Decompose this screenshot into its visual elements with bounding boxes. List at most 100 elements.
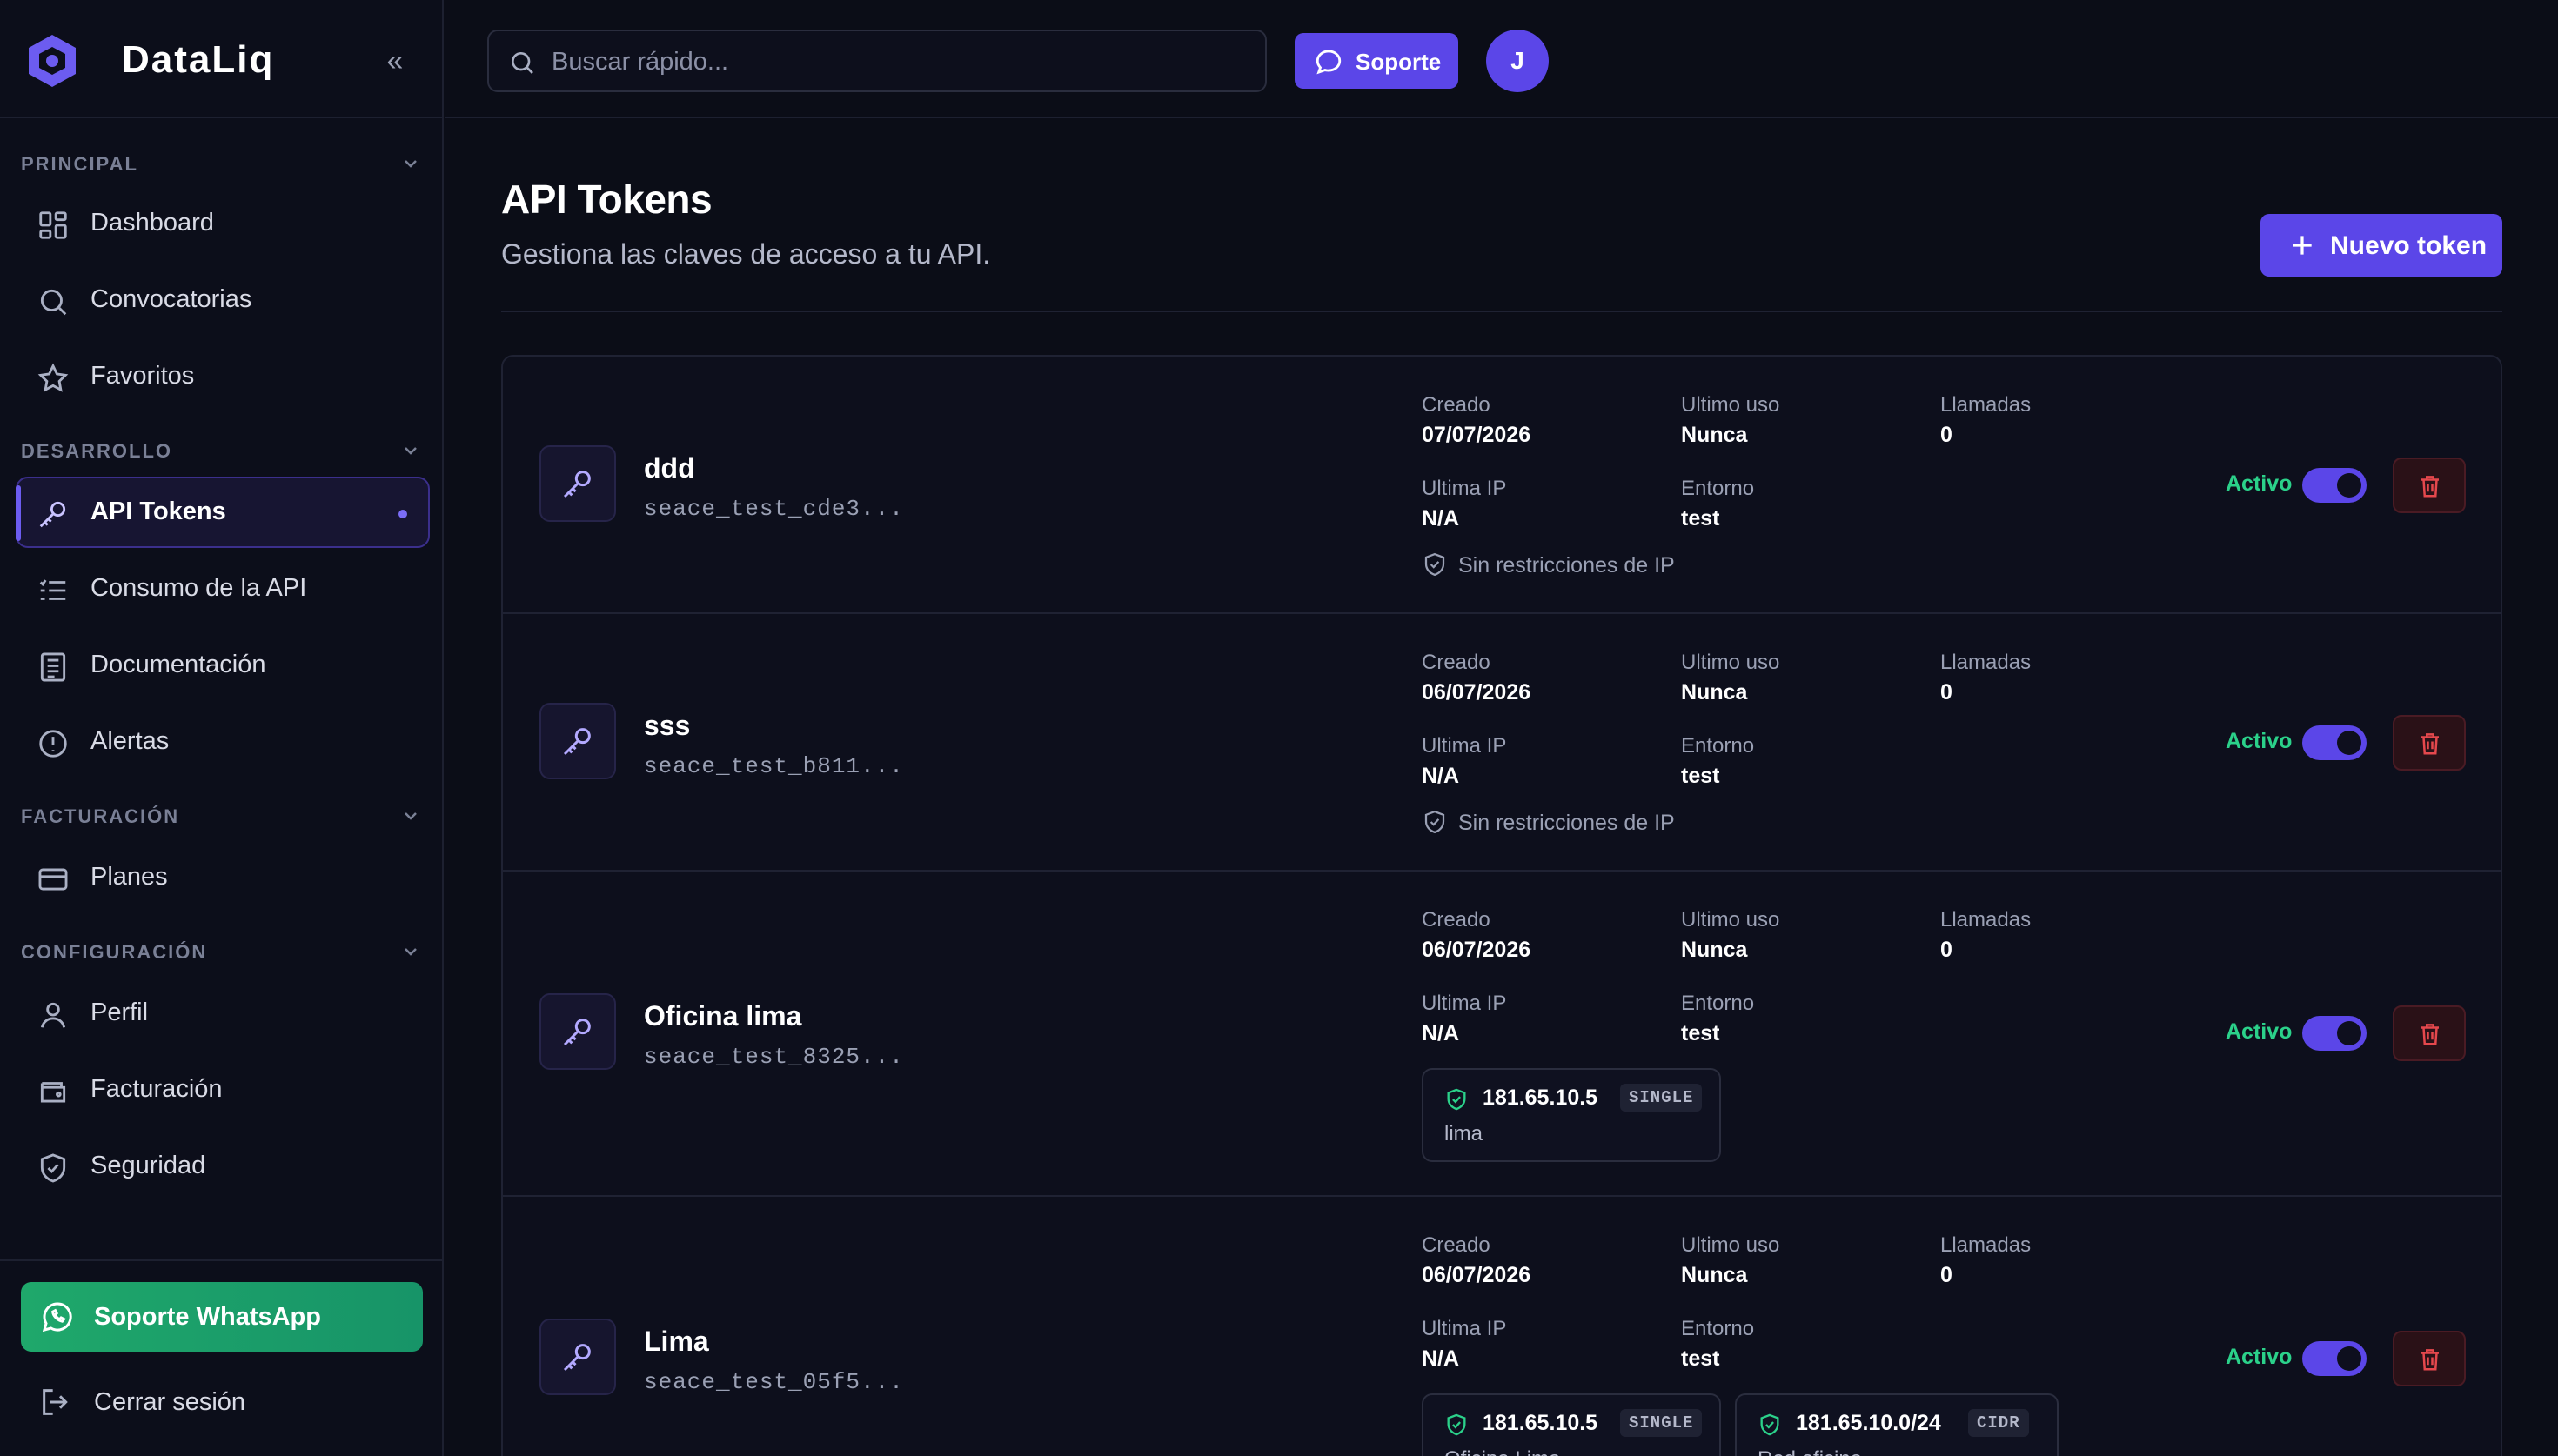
key-icon	[563, 728, 591, 756]
grid-icon	[39, 211, 67, 239]
sidebar-item-alertas[interactable]: Alertas	[16, 706, 430, 778]
token-key-preview: seace_test_cde3...	[644, 496, 904, 522]
list-icon	[39, 579, 66, 600]
last-use-value: Nunca	[1681, 938, 1748, 962]
status-label: Activo	[2226, 1345, 2293, 1369]
status-label: Activo	[2226, 729, 2293, 753]
environment-value: test	[1681, 1021, 1720, 1045]
shield-icon	[40, 1153, 66, 1183]
token-key-badge	[539, 993, 616, 1070]
calls-value: 0	[1940, 1263, 1952, 1287]
calls-label: Llamadas	[1940, 908, 2032, 932]
sidebar-item-perfil[interactable]: Perfil	[16, 978, 430, 1049]
ip-type-badge: CIDR	[1968, 1409, 2029, 1437]
sidebar-item-label: Alertas	[90, 727, 170, 755]
user-icon	[40, 1002, 66, 1028]
last-ip-value: N/A	[1422, 764, 1460, 788]
search-input[interactable]	[552, 43, 1248, 80]
sidebar-item-dashboard[interactable]: Dashboard	[16, 188, 430, 259]
token-row: Oficina lima seace_test_8325... Creado 0…	[503, 872, 2501, 1197]
created-label: Creado	[1422, 1233, 1490, 1257]
created-label: Creado	[1422, 651, 1490, 674]
token-active-toggle[interactable]	[2302, 725, 2367, 760]
sidebar-item-label: Perfil	[90, 998, 149, 1026]
section-facturacion[interactable]: FACTURACIÓN	[21, 805, 421, 832]
delete-token-button[interactable]	[2393, 1005, 2466, 1061]
token-key-badge	[539, 703, 616, 779]
token-name: ddd	[644, 452, 695, 484]
section-principal[interactable]: PRINCIPAL	[21, 153, 421, 179]
ip-type-badge: SINGLE	[1620, 1084, 1703, 1112]
app-root: DataLiq « PRINCIPAL Dashboard Convocator…	[0, 0, 2558, 1456]
new-token-button[interactable]: Nuevo token	[2260, 214, 2502, 277]
sidebar-item-label: Favoritos	[90, 362, 195, 390]
ip-address: 181.65.10.5	[1483, 1411, 1598, 1435]
ip-allowlist-chip: 181.65.10.0/24 CIDR Red oficina	[1735, 1393, 2059, 1456]
chevron-down-icon	[405, 160, 417, 168]
last-ip-label: Ultima IP	[1422, 992, 1507, 1015]
token-name: Lima	[644, 1326, 709, 1357]
ip-allowlist-chip: 181.65.10.5 SINGLE lima	[1422, 1068, 1721, 1162]
brand: DataLiq «	[0, 0, 444, 118]
section-configuracion[interactable]: CONFIGURACIÓN	[21, 941, 421, 967]
sidebar-item-api-tokens[interactable]: API Tokens	[16, 477, 430, 548]
status-label: Activo	[2226, 1019, 2293, 1044]
sidebar-item-label: Planes	[90, 863, 168, 891]
delete-token-button[interactable]	[2393, 715, 2466, 771]
logout-icon	[43, 1389, 68, 1415]
token-key-preview: seace_test_b811...	[644, 753, 904, 779]
section-desarrollo[interactable]: DESARROLLO	[21, 440, 421, 466]
sidebar-item-label: Seguridad	[90, 1152, 206, 1179]
environment-value: test	[1681, 1346, 1720, 1371]
delete-token-button[interactable]	[2393, 1331, 2466, 1386]
plus-icon	[2293, 236, 2312, 255]
support-button[interactable]: Soporte	[1295, 33, 1458, 89]
chevron-down-icon	[405, 812, 417, 820]
token-key-badge	[539, 445, 616, 522]
shield-icon	[1424, 552, 1445, 577]
key-icon	[39, 501, 66, 528]
token-name: Oficina lima	[644, 1000, 802, 1032]
created-label: Creado	[1422, 908, 1490, 932]
last-use-label: Ultimo uso	[1681, 908, 1780, 932]
sidebar-item-label: API Tokens	[90, 498, 226, 525]
sidebar-item-consumo-api[interactable]: Consumo de la API	[16, 553, 430, 624]
environment-label: Entorno	[1681, 477, 1755, 500]
sidebar-item-convocatorias[interactable]: Convocatorias	[16, 264, 430, 336]
key-icon	[563, 1019, 591, 1046]
last-use-value: Nunca	[1681, 680, 1748, 705]
collapse-sidebar-icon[interactable]: «	[379, 45, 411, 77]
token-name: sss	[644, 710, 691, 741]
shield-check-icon	[1760, 1413, 1779, 1436]
token-active-toggle[interactable]	[2302, 1016, 2367, 1051]
sidebar-item-documentacion[interactable]: Documentación	[16, 630, 430, 701]
sidebar-item-label: Documentación	[90, 651, 266, 678]
last-ip-label: Ultima IP	[1422, 1317, 1507, 1340]
page-subtitle: Gestiona las claves de acceso a tu API.	[501, 238, 991, 270]
created-value: 06/07/2026	[1422, 680, 1531, 705]
no-ip-restrictions-text: Sin restricciones de IP	[1458, 811, 1675, 835]
quick-search[interactable]	[487, 30, 1267, 92]
created-label: Creado	[1422, 393, 1490, 417]
sidebar-item-favoritos[interactable]: Favoritos	[16, 341, 430, 412]
token-active-toggle[interactable]	[2302, 468, 2367, 503]
sidebar-item-planes[interactable]: Planes	[16, 842, 430, 913]
calls-label: Llamadas	[1940, 651, 2032, 674]
logout-button[interactable]: Cerrar sesión	[21, 1373, 423, 1430]
user-avatar[interactable]: J	[1486, 30, 1549, 92]
last-ip-value: N/A	[1422, 1346, 1460, 1371]
whatsapp-support-button[interactable]: Soporte WhatsApp	[21, 1282, 423, 1352]
star-icon	[37, 363, 69, 392]
calls-value: 0	[1940, 938, 1952, 962]
environment-label: Entorno	[1681, 992, 1755, 1015]
delete-token-button[interactable]	[2393, 458, 2466, 513]
last-use-label: Ultimo uso	[1681, 1233, 1780, 1257]
token-active-toggle[interactable]	[2302, 1341, 2367, 1376]
last-ip-value: N/A	[1422, 1021, 1460, 1045]
sidebar-item-seguridad[interactable]: Seguridad	[16, 1131, 430, 1202]
section-label: DESARROLLO	[21, 440, 172, 462]
chevron-down-icon	[405, 948, 417, 956]
created-value: 06/07/2026	[1422, 938, 1531, 962]
document-icon	[40, 652, 66, 682]
sidebar-item-facturacion[interactable]: Facturación	[16, 1054, 430, 1125]
